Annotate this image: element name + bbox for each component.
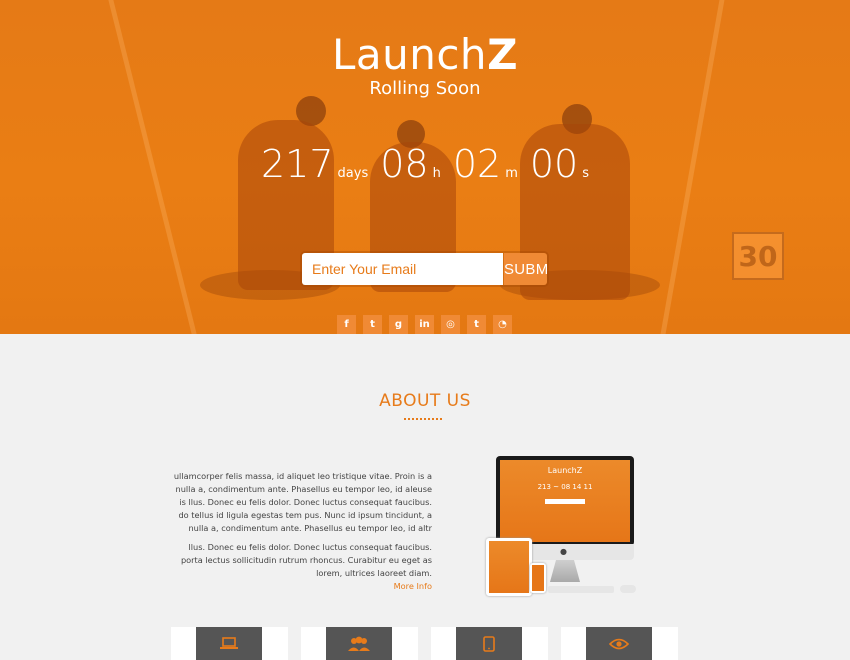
section-divider	[404, 418, 442, 420]
mockup-stand	[550, 560, 580, 582]
hero-section: 30 LaunchZ Rolling Soon 217 days 08 h 02 m …	[0, 0, 850, 334]
tumblr-icon[interactable]: t	[467, 315, 486, 334]
about-paragraph: llus. Donec eu felis dolor. Donec luctus…	[180, 542, 432, 578]
feature-card-tablet	[431, 627, 548, 660]
facebook-icon[interactable]: f	[337, 315, 356, 334]
mockup-screen-content: LaunchZ 213 ~ 08 14 11	[500, 460, 630, 542]
feature-card-eye	[561, 627, 678, 660]
submit-button[interactable]: SUBMIT	[503, 253, 547, 285]
mockup-screen: LaunchZ 213 ~ 08 14 11	[496, 456, 634, 546]
mockup-input	[545, 499, 585, 504]
mouse-mockup	[620, 585, 636, 593]
countdown-minutes: 02 m	[452, 142, 518, 186]
mockup-brand: LaunchZ	[547, 466, 583, 475]
mockup-countdown: 213 ~ 08 14 11	[537, 483, 593, 491]
twitter-icon[interactable]: t	[363, 315, 382, 334]
social-links: f t g in ◎ t ◔	[337, 315, 512, 334]
about-text: ullamcorper felis massa, id aliquet leo …	[168, 470, 432, 593]
countdown-days: 217 days	[261, 142, 369, 186]
phone-mockup	[530, 563, 546, 593]
tablet-icon	[456, 627, 522, 660]
laptop-icon	[196, 627, 262, 660]
countdown-timer: 217 days 08 h 02 m 00 s	[0, 142, 850, 186]
google-plus-icon[interactable]: g	[389, 315, 408, 334]
countdown-hours: 08 h	[380, 142, 441, 186]
brand-logo: LaunchZ	[331, 30, 519, 79]
linkedin-icon[interactable]: in	[415, 315, 434, 334]
instagram-icon[interactable]: ◎	[441, 315, 460, 334]
about-paragraph: ullamcorper felis massa, id aliquet leo …	[173, 471, 432, 533]
about-title: ABOUT US	[379, 391, 471, 411]
feature-card-laptop	[171, 627, 288, 660]
tablet-mockup	[486, 538, 532, 596]
subscribe-form: SUBMIT	[302, 253, 547, 285]
keyboard-mockup	[548, 586, 614, 593]
countdown-seconds: 00 s	[529, 142, 589, 186]
yard-marker: 30	[732, 232, 784, 280]
apple-icon: ●	[560, 547, 567, 556]
tagline: Rolling Soon	[369, 78, 481, 99]
eye-icon	[586, 627, 652, 660]
users-icon	[326, 627, 392, 660]
email-input[interactable]	[302, 253, 503, 285]
rss-icon[interactable]: ◔	[493, 315, 512, 334]
feature-card-users	[301, 627, 418, 660]
tablet-screen	[489, 541, 529, 593]
more-info-link[interactable]: More Info	[168, 580, 432, 593]
phone-screen	[532, 565, 544, 591]
